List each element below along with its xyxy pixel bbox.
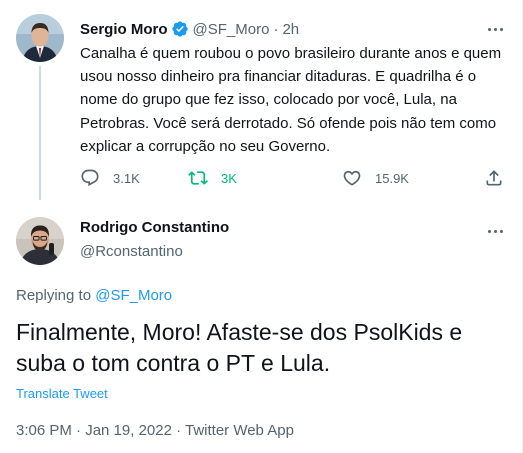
replying-to-prefix: Replying to	[16, 287, 96, 304]
heart-icon	[343, 170, 361, 186]
thread-connector-line	[39, 66, 41, 200]
reply-count: 3.1K	[113, 170, 140, 186]
parent-author-name[interactable]: Sergio Moro	[80, 21, 168, 38]
parent-tweet[interactable]: Sergio Moro @SF_Moro · 2h Canalha é quem…	[0, 0, 522, 200]
translate-tweet-link[interactable]: Translate Tweet	[16, 386, 108, 401]
retweet-button[interactable]: 3K	[188, 167, 237, 189]
parent-header: Sergio Moro @SF_Moro · 2h	[80, 19, 299, 39]
tweet-frame: Sergio Moro @SF_Moro · 2h Canalha é quem…	[0, 0, 523, 453]
reply-icon	[81, 169, 99, 187]
like-count: 15.9K	[375, 170, 409, 186]
share-button[interactable]	[484, 167, 504, 189]
parent-more-options-icon[interactable]	[484, 20, 506, 38]
retweet-icon	[188, 171, 208, 185]
replying-to-handle-link[interactable]: @SF_Moro	[95, 287, 172, 304]
share-icon	[486, 170, 502, 186]
main-avatar[interactable]	[16, 217, 64, 265]
replying-to-line: Replying to @SF_Moro	[16, 287, 172, 304]
main-handle[interactable]: @Rconstantino	[80, 243, 183, 260]
reply-button[interactable]: 3.1K	[80, 167, 140, 189]
tweet-metadata[interactable]: 3:06 PM · Jan 19, 2022 · Twitter Web App	[16, 422, 294, 439]
parent-avatar[interactable]	[16, 14, 64, 62]
verified-badge-icon	[171, 20, 189, 38]
like-button[interactable]: 15.9K	[342, 167, 409, 189]
parent-handle[interactable]: @SF_Moro	[193, 21, 270, 38]
parent-timestamp[interactable]: 2h	[282, 21, 299, 38]
main-author-name[interactable]: Rodrigo Constantino	[80, 219, 229, 236]
header-separator: ·	[273, 20, 279, 38]
parent-tweet-text: Canalha é quem roubou o povo brasileiro …	[80, 45, 502, 155]
parent-action-bar: 3.1K 3K 15.9K	[80, 167, 510, 189]
main-tweet-text: Finalmente, Moro! Afaste-se dos PsolKids…	[16, 319, 463, 376]
retweet-count: 3K	[221, 170, 237, 186]
main-more-options-icon[interactable]	[484, 222, 506, 240]
